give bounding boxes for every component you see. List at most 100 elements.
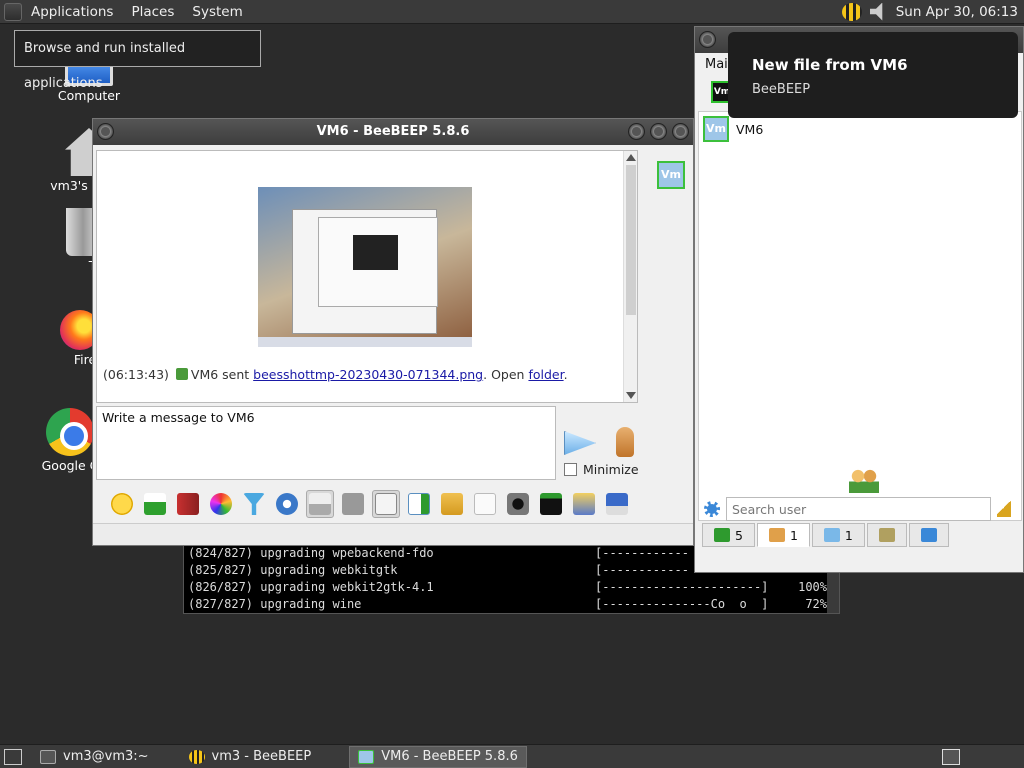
chat-member-avatar[interactable]: Vm [657, 161, 685, 189]
user-list-item[interactable]: Vm VM6 [703, 116, 763, 142]
download-icon [144, 493, 166, 515]
search-user-input[interactable] [726, 497, 991, 521]
tab-files[interactable] [908, 523, 949, 547]
task-label: vm3@vm3:~ [63, 749, 149, 764]
minimize-checkbox[interactable]: Minimize [564, 462, 639, 477]
chats-icon [823, 528, 840, 542]
people-icon [768, 528, 785, 542]
chat-history[interactable]: (06:13:43) VM6 sent beesshottmp-20230430… [96, 150, 638, 403]
menu-system[interactable]: System [183, 0, 251, 24]
terminal-line: (827/827) upgrading wine [--------------… [188, 596, 839, 613]
mail-tray-button[interactable] [306, 490, 334, 518]
folder-link[interactable]: folder [528, 367, 563, 382]
music-note-icon [375, 493, 397, 515]
received-screenshot-image[interactable] [258, 187, 472, 347]
chat-window-vm6: VM6 - BeeBEEP 5.8.6 (06:13:43) VM6 sent … [92, 118, 694, 546]
taskbar-item-beebeep[interactable]: vm3 - BeeBEEP [181, 746, 320, 768]
notification-body: BeeBEEP [752, 82, 811, 97]
search-settings-icon[interactable] [704, 501, 720, 517]
task-label: vm3 - BeeBEEP [211, 749, 312, 764]
color-picker-button[interactable] [207, 490, 235, 518]
scroll-thumb[interactable] [626, 165, 636, 315]
send-file-icon [408, 493, 430, 515]
tab-chats[interactable]: 1 [811, 523, 865, 547]
top-panel: Applications Places System Sun Apr 30, 0… [0, 0, 1024, 24]
font-button[interactable] [174, 490, 202, 518]
save-button[interactable] [603, 490, 631, 518]
chat-scrollbar[interactable] [623, 151, 637, 402]
show-desktop-button[interactable] [4, 748, 22, 765]
tab-users[interactable]: 5 [702, 523, 755, 547]
code-icon [474, 493, 496, 515]
volume-icon[interactable] [869, 2, 883, 21]
message-time: (06:13:43) [103, 367, 169, 382]
send-message-button[interactable] [564, 431, 596, 455]
clock[interactable]: Sun Apr 30, 06:13 [896, 4, 1018, 20]
terminal-package: (824/827) upgrading wpebackend-fdo [188, 546, 434, 560]
task-label: VM6 - BeeBEEP 5.8.6 [381, 749, 518, 764]
chat-statusbar [93, 523, 693, 545]
taskbar-item-vm6-chat[interactable]: VM6 - BeeBEEP 5.8.6 [349, 745, 527, 768]
tab-groups[interactable] [866, 523, 907, 547]
menu-applications[interactable]: Applications [22, 0, 122, 24]
chat-window-titlebar[interactable]: VM6 - BeeBEEP 5.8.6 [93, 119, 693, 145]
scroll-up-icon[interactable] [626, 154, 636, 161]
terminal-app-icon [40, 749, 56, 764]
groups-icon [878, 528, 895, 542]
chat-window-title: VM6 - BeeBEEP 5.8.6 [316, 124, 470, 139]
message-sender-text: VM6 sent [190, 367, 250, 382]
taskbar-item-terminal[interactable]: vm3@vm3:~ [32, 746, 157, 768]
message-open-text: . Open [483, 367, 525, 382]
color-picker-icon [210, 493, 232, 515]
window-menu-button[interactable] [699, 31, 716, 48]
music-note-button[interactable] [372, 490, 400, 518]
applications-menu-icon[interactable] [4, 2, 22, 21]
download-button[interactable] [141, 490, 169, 518]
files-icon [920, 528, 937, 542]
tab-count: 1 [844, 527, 853, 543]
maximize-window-button[interactable] [650, 123, 667, 140]
minimize-window-button[interactable] [628, 123, 645, 140]
notification-title: New file from VM6 [752, 56, 908, 74]
terminal-package: (827/827) upgrading wine [188, 597, 362, 611]
terminal-package: (826/827) upgrading webkit2gtk-4.1 [188, 580, 434, 594]
notes-button[interactable] [570, 490, 598, 518]
terminal-progress: [---------------Co o ] [595, 597, 769, 611]
voice-message-button[interactable] [616, 427, 634, 457]
menu-places[interactable]: Places [122, 0, 183, 24]
screenshot-button[interactable] [504, 490, 532, 518]
users-count-icon [714, 528, 730, 542]
tab-people[interactable]: 1 [756, 523, 810, 547]
send-file-button[interactable] [405, 490, 433, 518]
system-tray: Sun Apr 30, 06:13 [841, 2, 1024, 21]
filter-button[interactable] [240, 490, 268, 518]
close-window-button[interactable] [672, 123, 689, 140]
font-icon [177, 493, 199, 515]
new-file-notification[interactable]: New file from VM6 BeeBEEP [728, 32, 1018, 118]
share-folder-button[interactable] [438, 490, 466, 518]
workspace-switcher-icon[interactable] [942, 748, 960, 765]
search-row [698, 495, 1022, 523]
code-button[interactable] [471, 490, 499, 518]
message-input[interactable]: Write a message to VM6 [96, 406, 556, 480]
emoticons-icon [111, 493, 133, 515]
text-style-button[interactable] [339, 490, 367, 518]
folder-share-icon [441, 493, 463, 515]
filter-icon [243, 493, 265, 515]
beebeep-tray-icon[interactable] [841, 2, 862, 21]
clear-search-icon[interactable] [997, 501, 1011, 517]
settings-button[interactable] [273, 490, 301, 518]
emoticons-button[interactable] [108, 490, 136, 518]
terminal-percent: 72% [805, 597, 827, 611]
bottom-panel: vm3@vm3:~ vm3 - BeeBEEP VM6 - BeeBEEP 5.… [0, 744, 1024, 768]
terminal-package: (825/827) upgrading webkitgtk [188, 563, 398, 577]
terminal-button[interactable] [537, 490, 565, 518]
vm6-chat-icon [358, 749, 375, 764]
user-avatar: Vm [703, 116, 729, 142]
notes-icon [573, 493, 595, 515]
window-menu-button[interactable] [97, 123, 114, 140]
file-link[interactable]: beesshottmp-20230430-071344.png [253, 367, 483, 382]
terminal-progress: [----------------------] [595, 580, 769, 594]
checkbox-box[interactable] [564, 463, 577, 476]
scroll-down-icon[interactable] [626, 392, 636, 399]
